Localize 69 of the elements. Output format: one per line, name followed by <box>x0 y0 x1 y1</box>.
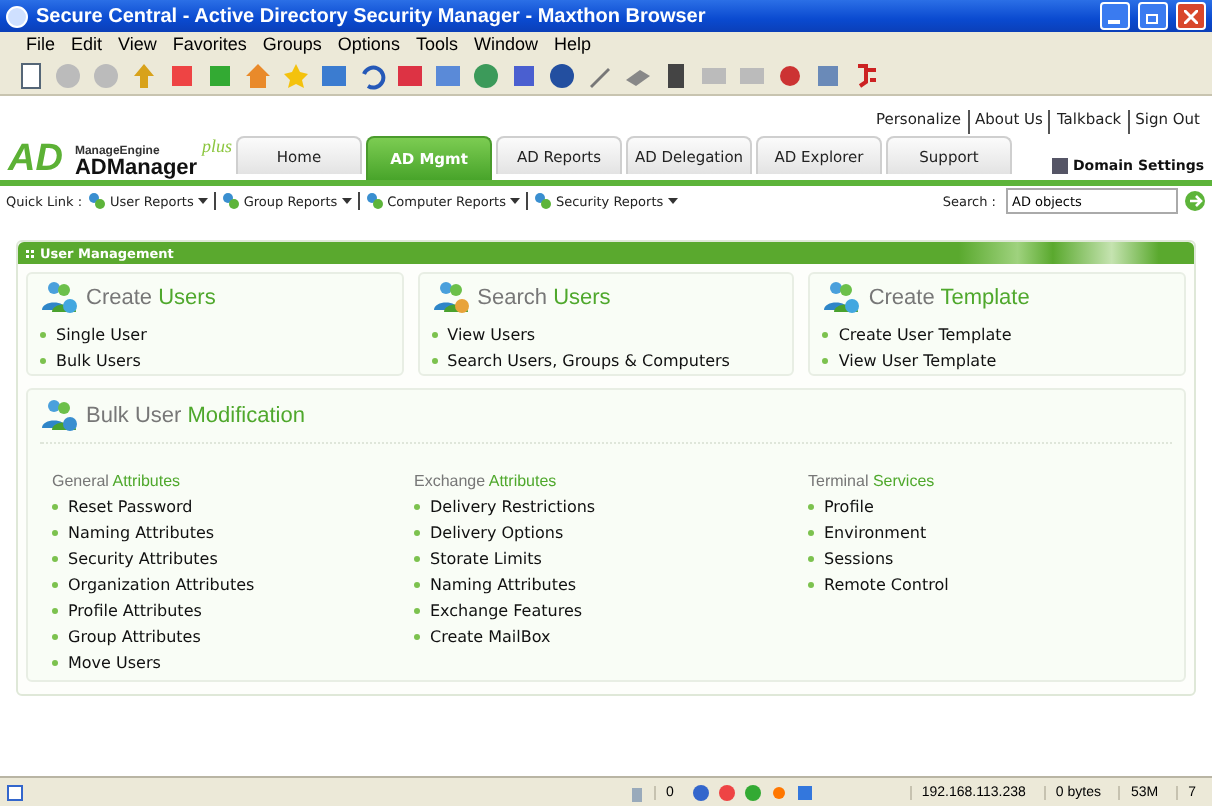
doc-icon[interactable] <box>16 61 44 89</box>
close-icon <box>1184 9 1198 23</box>
window-title: Secure Central - Active Directory Security Manager - Maxthon Browser <box>36 5 708 27</box>
action-link[interactable]: Naming Attributes <box>414 572 808 598</box>
action-link[interactable]: Reset Password <box>52 494 414 520</box>
action-link[interactable]: View Users <box>431 322 781 348</box>
go-arrow-icon[interactable] <box>1184 190 1206 212</box>
users-icon <box>221 192 240 210</box>
restore-button[interactable] <box>1138 2 1168 30</box>
action-link[interactable]: Environment <box>808 520 1172 546</box>
action-link[interactable]: Delivery Options <box>414 520 808 546</box>
caret-icon <box>667 197 678 205</box>
menu-item[interactable]: Options <box>329 34 408 54</box>
menu-item[interactable]: File <box>18 34 64 54</box>
action-link[interactable]: Move Users <box>52 650 414 676</box>
group-heading: Exchange Attributes <box>414 472 557 490</box>
card-title: Bulk User Modification <box>86 404 305 428</box>
logo-mark: AD <box>8 140 65 180</box>
action-link[interactable]: Bulk Users <box>40 348 390 374</box>
group-heading: General Attributes <box>52 472 181 490</box>
caret-icon <box>341 197 352 205</box>
action-link[interactable]: Profile <box>808 494 1172 520</box>
undo-icon[interactable] <box>358 61 386 89</box>
action-link[interactable]: Sessions <box>808 546 1172 572</box>
users-icon <box>533 192 552 210</box>
browser-logo-icon <box>6 5 28 27</box>
menu-item[interactable]: Tools <box>407 34 466 54</box>
menu-item[interactable]: Help <box>545 34 599 54</box>
users-icon <box>40 280 80 316</box>
action-link[interactable]: Create MailBox <box>414 624 808 650</box>
grip-icon <box>26 249 34 257</box>
logo-edition: plus <box>201 136 232 156</box>
card-title: Create Template <box>868 286 1030 310</box>
action-link[interactable]: Delivery Restrictions <box>414 494 808 520</box>
up-icon[interactable] <box>130 61 158 89</box>
star-icon[interactable] <box>282 61 310 89</box>
minimize-button[interactable] <box>1100 2 1130 30</box>
users-icon <box>40 398 80 434</box>
action-link[interactable]: Profile Attributes <box>52 598 414 624</box>
close-button[interactable] <box>1176 2 1206 30</box>
logo-product: ADManager <box>74 158 198 180</box>
action-link[interactable]: Search Users, Groups & Computers <box>431 348 781 374</box>
users-icon <box>822 280 863 316</box>
menu-item[interactable]: Edit <box>63 34 111 54</box>
action-link[interactable]: Group Attributes <box>52 624 414 650</box>
card-title: Create Users <box>86 286 216 310</box>
menu-item[interactable]: Window <box>465 34 546 54</box>
action-link[interactable]: Remote Control <box>808 572 1172 598</box>
action-link[interactable]: Storate Limits <box>414 546 808 572</box>
caret-icon <box>509 197 520 205</box>
action-link[interactable]: Create User Template <box>822 322 1172 348</box>
caret-icon <box>197 197 208 205</box>
card-title: Search Users <box>477 286 611 310</box>
home-icon[interactable] <box>244 61 272 89</box>
action-link[interactable]: Single User <box>40 322 390 348</box>
action-link[interactable]: View User Template <box>822 348 1172 374</box>
menu-item[interactable]: Groups <box>254 34 330 54</box>
action-link[interactable]: Exchange Features <box>414 598 808 624</box>
action-link[interactable]: Security Attributes <box>52 546 414 572</box>
group-heading: Terminal Services <box>808 472 935 490</box>
users-icon <box>88 192 107 210</box>
menu-item[interactable]: View <box>110 34 165 54</box>
action-link[interactable]: Naming Attributes <box>52 520 414 546</box>
users-icon <box>365 192 384 210</box>
restore-icon <box>1146 9 1160 23</box>
page-icon <box>6 783 24 801</box>
action-link[interactable]: Organization Attributes <box>52 572 414 598</box>
users-icon <box>431 280 472 316</box>
menu-item[interactable]: Favorites <box>164 34 255 54</box>
